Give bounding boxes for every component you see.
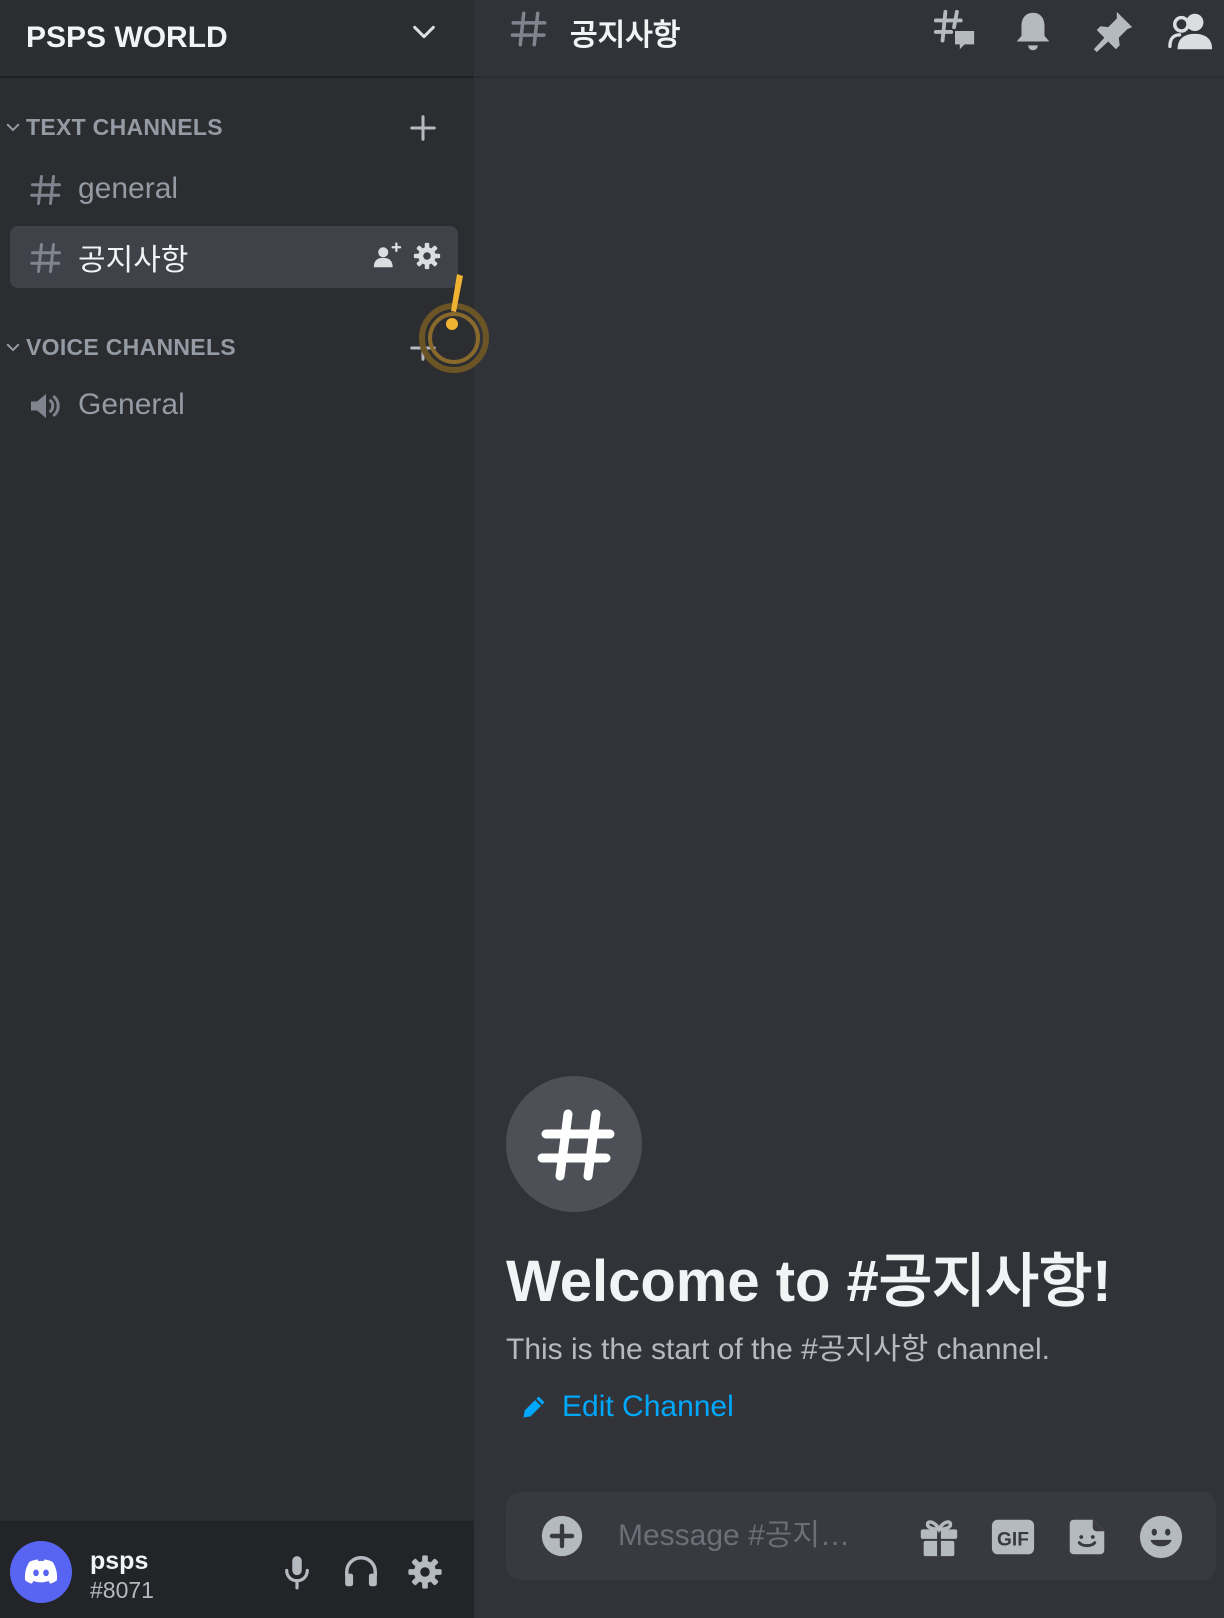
- hash-icon: [510, 11, 547, 47]
- hash-icon: [30, 175, 61, 205]
- chevron-down-icon[interactable]: [410, 18, 438, 46]
- category-voice-channels[interactable]: VOICE CHANNELS: [0, 330, 474, 364]
- channel-label: 공지사항: [78, 244, 189, 277]
- channel-label: General: [78, 388, 185, 421]
- channel-item-announcements[interactable]: 공지사항: [10, 226, 458, 288]
- avatar[interactable]: [10, 1541, 72, 1603]
- headphones-icon[interactable]: [342, 1553, 380, 1591]
- edit-channel-label: Edit Channel: [562, 1390, 734, 1423]
- create-channel-icon[interactable]: [408, 113, 438, 143]
- category-text-channels[interactable]: TEXT CHANNELS: [0, 110, 474, 144]
- hash-icon: [30, 243, 61, 273]
- channel-title: 공지사항: [570, 19, 681, 52]
- chevron-down-icon: [6, 343, 20, 352]
- sticker-icon[interactable]: [1064, 1514, 1110, 1560]
- chevron-down-icon: [6, 123, 20, 132]
- gif-icon[interactable]: GIF: [990, 1514, 1036, 1560]
- emoji-icon[interactable]: [1138, 1514, 1184, 1560]
- discord-logo-icon: [24, 1559, 58, 1584]
- svg-text:GIF: GIF: [997, 1530, 1029, 1551]
- user-panel: psps #8071: [0, 1521, 474, 1618]
- channel-welcome-icon: [506, 1076, 642, 1212]
- invite-icon[interactable]: [372, 241, 402, 271]
- server-header[interactable]: PSPS WORLD: [0, 0, 474, 78]
- channel-header: 공지사항: [474, 0, 1224, 78]
- alert-indicator-icon: [419, 274, 489, 373]
- channel-actions: [372, 241, 442, 271]
- channel-item-general[interactable]: general: [10, 158, 458, 220]
- welcome-title: Welcome to #공지사항!: [506, 1249, 1112, 1314]
- hash-icon: [537, 1109, 615, 1181]
- add-attachment-icon[interactable]: [540, 1514, 584, 1558]
- message-input[interactable]: [618, 1492, 868, 1580]
- username: psps: [90, 1547, 149, 1575]
- welcome-description: This is the start of the #공지사항 channel.: [506, 1333, 1050, 1366]
- gear-icon[interactable]: [406, 1553, 444, 1591]
- channel-item-voice-general[interactable]: General: [10, 374, 458, 436]
- microphone-icon[interactable]: [278, 1553, 316, 1591]
- user-discriminator: #8071: [90, 1577, 154, 1603]
- channel-sidebar: PSPS WORLD TEXT CHANNELS general 공지사항 VO…: [0, 0, 474, 1618]
- gift-icon[interactable]: [916, 1514, 962, 1560]
- message-composer: GIF: [506, 1492, 1216, 1580]
- channel-label: general: [78, 172, 179, 205]
- threads-icon[interactable]: [932, 8, 978, 54]
- server-name: PSPS WORLD: [26, 21, 228, 54]
- category-label: VOICE CHANNELS: [26, 333, 236, 360]
- members-icon[interactable]: [1168, 8, 1214, 54]
- pencil-icon: [523, 1396, 545, 1418]
- gear-icon[interactable]: [412, 241, 442, 271]
- edit-channel-link[interactable]: Edit Channel: [520, 1390, 734, 1424]
- bell-icon[interactable]: [1010, 8, 1056, 54]
- category-label: TEXT CHANNELS: [26, 113, 223, 140]
- pin-icon[interactable]: [1090, 8, 1136, 54]
- speaker-icon: [31, 394, 60, 418]
